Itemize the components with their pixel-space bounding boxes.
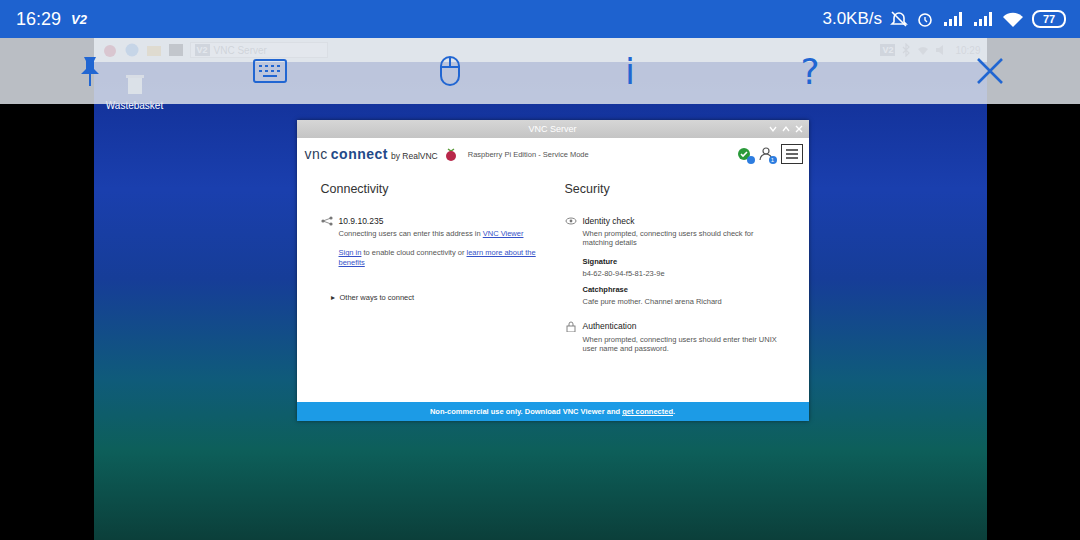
close-button[interactable] [968, 49, 1012, 93]
catchphrase-value: Cafe pure mother. Channel arena Richard [583, 297, 785, 306]
users-button[interactable]: 1 [759, 147, 773, 161]
learn-more-link[interactable]: learn more about the benefits [339, 248, 536, 266]
vnc-viewer: V2VNC ServerV210:29WastebasketVNC Server… [0, 38, 1080, 540]
wifi-icon [1002, 10, 1024, 28]
eye-icon [565, 216, 577, 226]
close-icon[interactable] [976, 57, 1004, 85]
status-ok[interactable] [737, 147, 751, 161]
signature-value: b4-62-80-94-f5-81-23-9e [583, 269, 785, 278]
signal-icon [942, 11, 964, 27]
signin-text: Sign in to enable cloud connectivity or … [321, 248, 541, 267]
viewer-toolbar: i? [0, 38, 1080, 104]
signature-label: Signature [583, 257, 785, 266]
mouse-icon[interactable] [439, 55, 461, 87]
title-bar[interactable]: VNC Server [297, 120, 809, 138]
keyboard-button[interactable] [248, 49, 292, 93]
lock-icon [565, 321, 577, 332]
status-bar: 16:29 V2 3.0KB/s 77 [0, 0, 1080, 38]
menu-button[interactable] [781, 144, 803, 164]
phone-screen: 16:29 V2 3.0KB/s 77 V2VNC ServerV210:29Waste… [0, 0, 1080, 540]
vnc-viewer-link[interactable]: VNC Viewer [483, 229, 524, 238]
authentication-title: Authentication [583, 321, 637, 331]
section-heading: Connectivity [321, 182, 541, 196]
pin-button[interactable] [68, 49, 112, 93]
authentication-text: When prompted, connecting users should e… [565, 335, 785, 354]
app-badge: V2 [71, 12, 87, 27]
get-connected-link[interactable]: get connected [622, 407, 673, 416]
connectivity-panel: Connectivity 10.9.10.235 Connecting users … [321, 182, 541, 390]
maximize-icon[interactable] [782, 125, 790, 133]
close-icon[interactable] [795, 125, 803, 133]
status-time: 16:29 [16, 9, 61, 30]
signal-icon [972, 11, 994, 27]
mouse-button[interactable] [428, 49, 472, 93]
raspberry-icon [444, 146, 458, 162]
window-header: vncconnectby RealVNC Raspberry Pi Edition… [297, 138, 809, 170]
section-heading: Security [565, 182, 785, 196]
keyboard-icon[interactable] [253, 59, 287, 83]
share-icon [321, 216, 333, 226]
alarm-icon [916, 10, 934, 28]
pin-icon[interactable] [76, 55, 104, 87]
window-title: VNC Server [528, 124, 576, 134]
help-button[interactable]: ? [788, 49, 832, 93]
address-help: Connecting users can enter this address … [321, 229, 541, 238]
catchphrase-label: Catchphrase [583, 285, 785, 294]
other-ways-expander[interactable]: ▸Other ways to connect [321, 293, 541, 302]
minimize-icon[interactable] [769, 125, 777, 133]
ip-address: 10.9.10.235 [339, 216, 384, 226]
sign-in-link[interactable]: Sign in [339, 248, 362, 257]
net-speed: 3.0KB/s [822, 9, 882, 29]
users-badge: 1 [769, 156, 777, 164]
brand-logo: vncconnectby RealVNC [305, 146, 438, 162]
battery: 77 [1032, 10, 1066, 28]
vnc-server-window: VNC Server vncconnectby RealVNC Raspberry … [297, 120, 809, 421]
alarm-off-icon [890, 10, 908, 28]
info-button[interactable]: i [608, 49, 652, 93]
security-panel: Security Identity check When prompted, con… [565, 182, 785, 390]
identity-text: When prompted, connecting users should c… [565, 229, 785, 248]
menu-icon [785, 148, 799, 160]
license-footer: Non-commercial use only. Download VNC Vi… [297, 402, 809, 421]
edition-label: Raspberry Pi Edition - Service Mode [468, 150, 589, 159]
identity-title: Identity check [583, 216, 635, 226]
remote-desktop[interactable]: V2VNC ServerV210:29WastebasketVNC Server… [94, 38, 987, 540]
